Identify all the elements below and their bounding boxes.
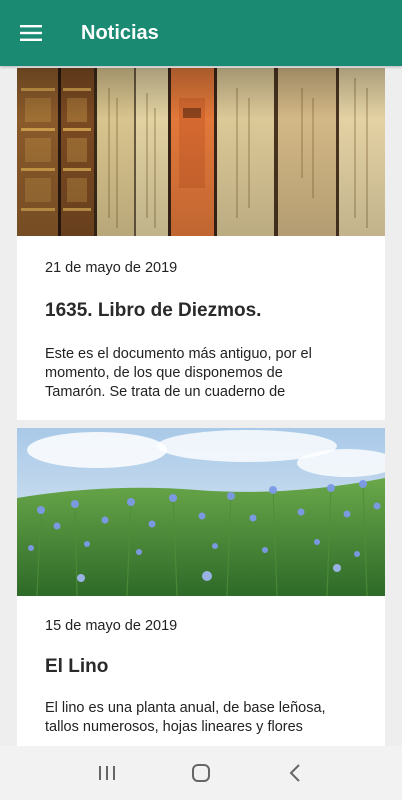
home-button[interactable]	[181, 753, 221, 793]
news-card[interactable]: 15 de mayo de 2019 El Lino El lino es un…	[17, 428, 385, 746]
news-title: 1635. Libro de Diezmos.	[45, 300, 262, 321]
news-excerpt: Este es el documento más antiguo, por el…	[45, 346, 312, 400]
recent-apps-icon	[99, 766, 115, 780]
old-books-photo	[17, 68, 385, 236]
news-feed[interactable]: 21 de mayo de 2019 1635. Libro de Diezmo…	[0, 66, 402, 746]
back-icon	[289, 764, 300, 782]
news-card[interactable]: 21 de mayo de 2019 1635. Libro de Diezmo…	[17, 68, 385, 420]
page-title: Noticias	[81, 21, 159, 44]
back-button[interactable]	[275, 753, 315, 793]
news-title: El Lino	[45, 656, 109, 677]
news-date: 21 de mayo de 2019	[45, 260, 178, 276]
news-date: 15 de mayo de 2019	[45, 618, 178, 634]
app-bar: Noticias	[0, 0, 402, 66]
news-excerpt: El lino es una planta anual, de base leñ…	[45, 700, 326, 735]
system-nav-bar	[0, 746, 402, 800]
flax-flowers-field-photo	[17, 428, 385, 596]
menu-button[interactable]	[0, 0, 62, 66]
hamburger-menu-icon	[20, 25, 42, 41]
recent-apps-button[interactable]	[87, 753, 127, 793]
home-icon	[192, 764, 210, 782]
